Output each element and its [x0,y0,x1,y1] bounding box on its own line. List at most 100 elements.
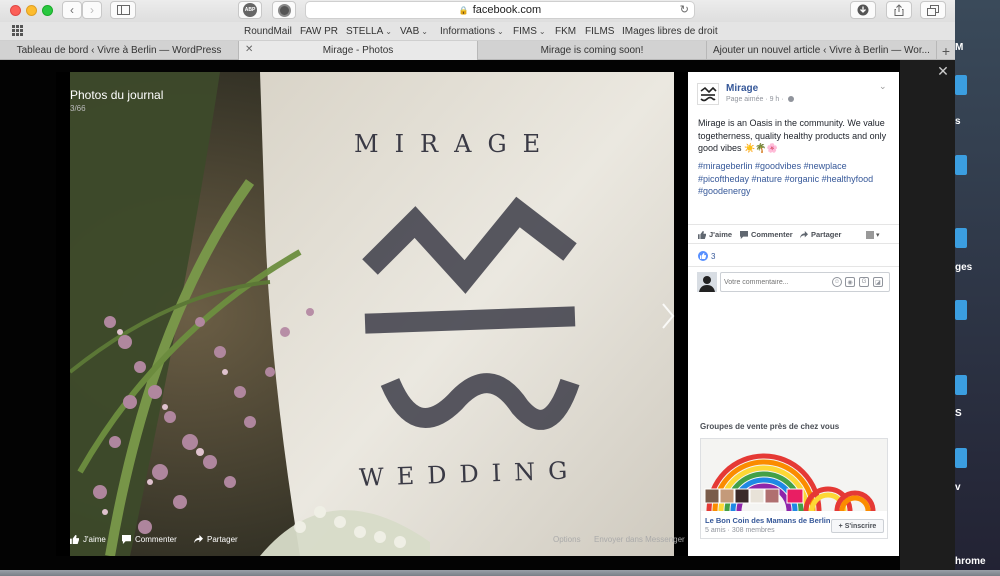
tabs-icon [927,4,939,16]
photo-options-link[interactable]: Options [553,535,581,544]
downloads-button[interactable] [850,1,876,19]
bookmark-informations[interactable]: Informations ⌄ [440,26,504,37]
thumbs-up-icon [698,230,706,239]
photo-sign-top-text: MIRAGE [354,130,557,158]
bookmark-faw-pr[interactable]: FAW PR [300,26,338,37]
post-text: Mirage is an Oasis in the community. We … [698,118,887,153]
bookmark-fkm[interactable]: FKM [555,26,576,37]
browser-toolbar: ‹ › ABP 🔒 facebook.com ↻ [0,0,955,22]
gif-icon[interactable]: G [859,277,869,287]
send-messenger-link[interactable]: Envoyer dans Messenger [594,535,685,544]
folder-icon[interactable] [955,448,967,468]
tab-wordpress-dashboard[interactable]: Tableau de bord ‹ Vivre à Berlin — WordP… [0,41,239,60]
post-share-button[interactable]: Partager [800,230,841,239]
camera-icon[interactable]: ◉ [845,277,855,287]
folder-icon[interactable] [955,375,967,395]
divider [688,266,899,267]
tab-overview-button[interactable] [920,1,946,19]
extension-button[interactable] [272,1,296,19]
close-tab-icon[interactable]: ✕ [245,44,253,55]
tab-mirage-coming-soon[interactable]: Mirage is coming soon! [478,41,707,60]
chevron-down-icon: ⌄ [497,27,504,36]
bookmark-stella[interactable]: STELLA ⌄ [346,26,392,37]
tab-wordpress-new-post[interactable]: Ajouter un nouvel article ‹ Vivre à Berl… [707,41,937,60]
url-text: facebook.com [472,4,542,16]
bookmark-vab[interactable]: VAB ⌄ [400,26,428,37]
chevron-down-icon: ⌄ [879,81,887,91]
comment-input[interactable] [724,275,829,289]
post-hashtags[interactable]: #mirageberlin #goodvibes #newplace #pico… [698,160,893,198]
back-button[interactable]: ‹ [62,1,82,19]
join-group-button[interactable]: + S'inscrire [831,519,884,533]
window-zoom-button[interactable] [42,5,53,16]
forward-button[interactable]: › [82,1,102,19]
photo-counter: 3/66 [70,104,86,113]
photo-share-button[interactable]: Partager [194,535,238,544]
bookmark-roundmail[interactable]: RoundMail [244,26,292,37]
url-bar[interactable]: 🔒 facebook.com ↻ [305,1,695,19]
lock-icon: 🔒 [458,5,469,15]
share-as-selector[interactable]: ▾ [866,230,886,240]
post-menu-button[interactable]: ⌄ [879,81,887,92]
adblock-button[interactable]: ABP [238,1,262,19]
sticker-icon[interactable]: ◪ [873,277,883,287]
bookmark-fims[interactable]: FIMS ⌄ [513,26,546,37]
window-minimize-button[interactable] [26,5,37,16]
reload-icon[interactable]: ↻ [680,3,689,16]
chevron-down-icon: ⌄ [421,27,428,36]
folder-icon[interactable] [955,300,967,320]
group-suggestion-card[interactable]: Le Bon Coin des Mamans de Berlin 5 amis … [700,438,888,539]
close-viewer-button[interactable]: ✕ [935,63,951,79]
chevron-right-icon [662,303,675,329]
desktop-item-label: S [955,408,962,419]
share-arrow-icon [800,230,808,238]
comment-icon [740,230,748,239]
reactions-summary[interactable]: 3 [698,251,715,261]
bookmark-images-libres[interactable]: IMages libres de droit [622,26,718,37]
comment-icon [122,535,131,544]
desktop-item-label: hrome [955,556,986,567]
sidebar-toggle-button[interactable] [110,1,136,19]
page-avatar[interactable] [697,83,719,105]
share-button[interactable] [886,1,912,19]
adblock-icon: ABP [243,3,257,17]
page-name-link[interactable]: Mirage [726,83,758,94]
post-like-button[interactable]: J'aime [698,230,732,239]
chevron-down-icon: ▾ [876,232,880,239]
folder-icon[interactable] [955,75,967,95]
emoji-icon[interactable]: ☺ [832,277,842,287]
group-name-link[interactable]: Le Bon Coin des Mamans de Berlin [705,516,830,525]
mirage-logo-icon [700,86,717,102]
comment-input-box: ☺ ◉ G ◪ [720,272,890,292]
download-icon [857,4,869,16]
tab-mirage-photos[interactable]: ✕ Mirage - Photos [239,41,478,60]
chevron-down-icon: ⌄ [385,27,392,36]
photo-like-button[interactable]: J'aime [70,535,106,544]
avatar [697,272,717,292]
suggestions-title: Groupes de vente près de chez vous [700,422,840,431]
chevron-down-icon: ⌄ [538,27,546,36]
chevron-right-icon: › [90,3,94,17]
top-sites-icon[interactable] [12,25,24,36]
bookmark-films[interactable]: FILMS [585,26,614,37]
new-tab-button[interactable]: + [937,41,955,60]
post-meta: Page aimée · 9 h · [726,96,794,103]
photo-stage[interactable]: MIRAGE WEDDING [56,72,688,556]
desktop-item-label: v [955,482,961,493]
bookmarks-bar: RoundMail FAW PR STELLA ⌄ VAB ⌄ Informatio… [0,22,955,41]
like-reaction-icon [698,251,708,261]
post-comment-button[interactable]: Commenter [740,230,793,239]
window-close-button[interactable] [10,5,21,16]
sidebar-icon [116,5,130,15]
photo-comment-button[interactable]: Commenter [122,535,177,544]
post-panel: Mirage Page aimée · 9 h · ⌄ Mirage is an… [688,72,899,556]
album-title[interactable]: Photos du journal [70,88,163,102]
tab-bar: Tableau de bord ‹ Vivre à Berlin — WordP… [0,41,955,60]
close-icon: ✕ [937,63,949,79]
folder-icon[interactable] [955,228,967,248]
thumbs-up-icon [70,535,79,544]
desktop-item-label: M [955,42,964,53]
next-photo-button[interactable] [658,300,678,332]
dock [0,570,1000,576]
folder-icon[interactable] [955,155,967,175]
